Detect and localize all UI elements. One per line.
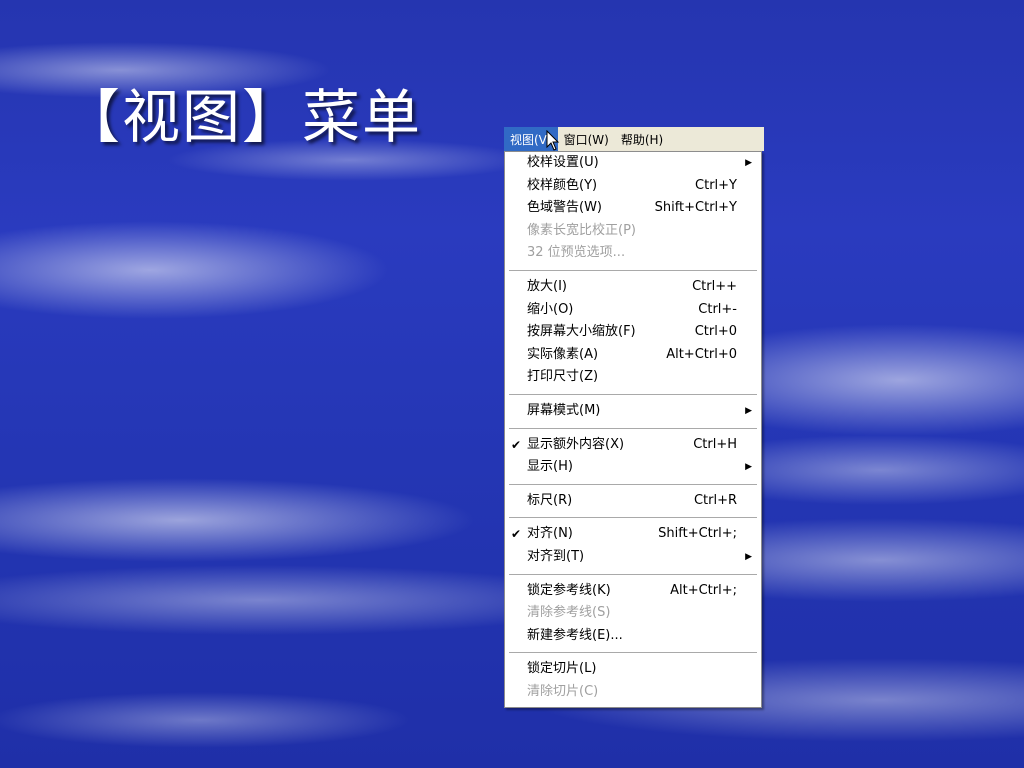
menu-item-shortcut: Ctrl+H bbox=[693, 436, 737, 452]
menu-item-shortcut: Ctrl++ bbox=[692, 278, 737, 294]
menu-item[interactable]: 屏幕模式(M) ▶ bbox=[505, 400, 761, 423]
mouse-cursor-icon bbox=[546, 130, 560, 151]
menu-item-label: 像素长宽比校正(P) bbox=[527, 222, 636, 238]
submenu-arrow-icon: ▶ bbox=[745, 462, 752, 473]
menu-item-label: 打印尺寸(Z) bbox=[527, 369, 599, 385]
menu-item[interactable]: 色域警告(W) Shift+Ctrl+Y bbox=[505, 197, 761, 220]
menu-item-shortcut: Shift+Ctrl+Y bbox=[654, 200, 737, 216]
menu-item-label: 显示额外内容(X) bbox=[527, 436, 625, 452]
menu-item[interactable]: 标尺(R) Ctrl+R bbox=[505, 490, 761, 513]
menu-item[interactable]: 缩小(O) Ctrl+- bbox=[505, 299, 761, 322]
menu-item[interactable]: 新建参考线(E)... bbox=[505, 625, 761, 648]
menu-item[interactable]: ✔ 显示额外内容(X) Ctrl+H bbox=[505, 434, 761, 457]
menu-help[interactable]: 帮助(H) bbox=[615, 127, 669, 151]
checkmark-icon: ✔ bbox=[511, 437, 522, 452]
menu-item-label: 缩小(O) bbox=[527, 301, 574, 317]
menu-item-shortcut: Ctrl+Y bbox=[695, 177, 737, 193]
menu-item-label: 放大(I) bbox=[527, 278, 567, 294]
menu-item[interactable]: 按屏幕大小缩放(F) Ctrl+0 bbox=[505, 321, 761, 344]
menu-item-label: 新建参考线(E)... bbox=[527, 627, 623, 643]
menu-item[interactable]: ✔ 对齐(N) Shift+Ctrl+; bbox=[505, 523, 761, 546]
menu-item-label: 标尺(R) bbox=[527, 492, 573, 508]
menu-item-label: 清除参考线(S) bbox=[527, 605, 611, 621]
menu-item-label: 对齐(N) bbox=[527, 526, 573, 542]
checkmark-icon: ✔ bbox=[511, 527, 522, 542]
submenu-arrow-icon: ▶ bbox=[745, 158, 752, 168]
menu-item-shortcut: Shift+Ctrl+; bbox=[658, 526, 737, 542]
menu-item-label: 对齐到(T) bbox=[527, 548, 585, 564]
menu-item-label: 显示(H) bbox=[527, 459, 573, 475]
menu-item-label: 屏幕模式(M) bbox=[527, 402, 601, 418]
menu-separator bbox=[509, 483, 757, 485]
menu-item-label: 锁定参考线(K) bbox=[527, 582, 611, 598]
menu-item-label: 清除切片(C) bbox=[527, 683, 599, 699]
menu-item[interactable]: 放大(I) Ctrl++ bbox=[505, 276, 761, 299]
menu-separator bbox=[509, 573, 757, 575]
menu-window[interactable]: 窗口(W) bbox=[558, 127, 615, 151]
menu-item-shortcut: Ctrl+0 bbox=[694, 324, 737, 340]
menu-separator bbox=[509, 393, 757, 395]
menu-item: 清除参考线(S) bbox=[505, 602, 761, 625]
menu-bar: 视图(V) 窗口(W) 帮助(H) bbox=[504, 127, 764, 151]
menu-separator bbox=[509, 652, 757, 654]
menu-separator bbox=[509, 427, 757, 429]
menu-item-shortcut: Alt+Ctrl+0 bbox=[666, 346, 737, 362]
menu-item: 像素长宽比校正(P) bbox=[505, 220, 761, 243]
menu-item-shortcut: Ctrl+- bbox=[698, 301, 737, 317]
menu-item[interactable]: 显示(H) ▶ bbox=[505, 456, 761, 479]
menu-item[interactable]: 实际像素(A) Alt+Ctrl+0 bbox=[505, 344, 761, 367]
menu-item: 清除切片(C) bbox=[505, 681, 761, 704]
menu-separator bbox=[509, 269, 757, 271]
menu-item-label: 校样设置(U) bbox=[527, 155, 599, 170]
menu-item[interactable]: 锁定参考线(K) Alt+Ctrl+; bbox=[505, 580, 761, 603]
slide-title: 【视图】菜单 bbox=[62, 83, 423, 151]
menu-item[interactable]: 打印尺寸(Z) bbox=[505, 366, 761, 389]
menu-item[interactable]: 锁定切片(L) bbox=[505, 658, 761, 681]
menu-item-label: 锁定切片(L) bbox=[527, 661, 597, 677]
menu-item-label: 色域警告(W) bbox=[527, 200, 602, 216]
menu-item[interactable]: 校样颜色(Y) Ctrl+Y bbox=[505, 175, 761, 198]
view-menu-dropdown: 校样设置(U) ▶ 校样颜色(Y) Ctrl+Y 色域警告(W) Shift+Ctrl+Y… bbox=[504, 151, 762, 708]
menu-item-label: 按屏幕大小缩放(F) bbox=[527, 324, 636, 340]
menu-item-shortcut: Ctrl+R bbox=[693, 492, 737, 508]
submenu-arrow-icon: ▶ bbox=[745, 551, 752, 562]
menu-item: 32 位预览选项... bbox=[505, 242, 761, 265]
menu-separator bbox=[509, 517, 757, 519]
menu-item-shortcut: Alt+Ctrl+; bbox=[670, 582, 737, 598]
menu-item[interactable]: 校样设置(U) ▶ bbox=[505, 152, 761, 175]
menu-item-label: 32 位预览选项... bbox=[527, 245, 626, 261]
submenu-arrow-icon: ▶ bbox=[745, 405, 752, 416]
menu-item[interactable]: 对齐到(T) ▶ bbox=[505, 546, 761, 569]
menu-item-label: 实际像素(A) bbox=[527, 346, 599, 362]
menu-item-label: 校样颜色(Y) bbox=[527, 177, 598, 193]
